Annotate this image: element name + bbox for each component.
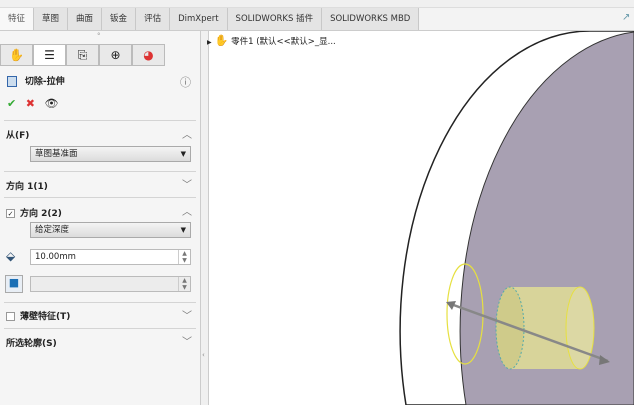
property-manager-tab-icon[interactable]: ☰ [33, 44, 66, 66]
tab-surfaces[interactable]: 曲面 [68, 8, 103, 30]
from-value: 草图基准面 [35, 149, 78, 159]
chevron-down-icon[interactable]: ﹀ [182, 176, 192, 191]
feature-tree-tab-icon[interactable]: ✋ [0, 44, 33, 66]
cut-extrude-icon [7, 76, 17, 87]
part-icon: ✋ [214, 34, 229, 47]
configuration-tab-icon[interactable]: ⎘ [66, 44, 99, 66]
collapse-handle[interactable]: ° [97, 32, 101, 40]
tab-features[interactable]: 特征 [0, 8, 35, 30]
draft-spinner[interactable]: ▲ ▼ [178, 277, 190, 291]
depth-icon: ⬙ [6, 249, 16, 263]
thin-feature-checkbox[interactable] [6, 312, 15, 321]
expand-arrow-icon[interactable]: ▶ [207, 39, 212, 46]
chevron-down-icon[interactable]: ﹀ [182, 333, 192, 348]
from-select[interactable]: 草图基准面 ▼ [30, 146, 191, 162]
preview-eye-icon[interactable]: 👁 [44, 97, 58, 110]
tab-sketch[interactable]: 草图 [34, 8, 69, 30]
command-manager-tabs: 特征 草图 曲面 钣金 评估 DimXpert SOLIDWORKS 插件 SO… [0, 8, 634, 31]
help-icon[interactable]: ⓘ [180, 74, 191, 90]
depth-value: 10.00mm [35, 252, 76, 262]
chevron-up-icon[interactable]: ︿ [182, 126, 192, 141]
toolbar-strip [0, 0, 634, 8]
dimxpert-tab-icon[interactable]: ⊕ [99, 44, 132, 66]
from-section-label[interactable]: 从(F) [6, 131, 29, 141]
draft-angle-input[interactable]: ▲ ▼ [30, 276, 191, 292]
end-condition-select[interactable]: 给定深度 ▼ [30, 222, 191, 238]
depth-input[interactable]: 10.00mm ▲ ▼ [30, 249, 191, 265]
end-condition-value: 给定深度 [35, 225, 70, 235]
direction1-label[interactable]: 方向 1(1) [6, 182, 48, 192]
direction2-checkbox[interactable]: ✓ [6, 209, 15, 218]
chevron-down-icon[interactable]: ﹀ [182, 307, 192, 322]
appearance-tab-icon[interactable]: ◕ [132, 44, 165, 66]
depth-spinner[interactable]: ▲ ▼ [178, 250, 190, 264]
tab-sheet-metal[interactable]: 钣金 [102, 8, 137, 30]
feature-tree-item[interactable]: ▶ ✋ 零件1 (默认<<默认>_显... [207, 34, 336, 47]
dropdown-arrow-icon: ▼ [180, 226, 186, 234]
property-manager: ° ✋ ☰ ⎘ ⊕ ◕ 切除-拉伸 ⓘ ✔ ✖ 👁 从(F) ︿ 草图基准面 ▼ … [0, 31, 201, 405]
dropdown-arrow-icon: ▼ [180, 150, 186, 158]
tab-mbd[interactable]: SOLIDWORKS MBD [322, 8, 420, 30]
chevron-up-icon[interactable]: ︿ [182, 203, 192, 218]
direction2-label: 方向 2(2) [20, 209, 62, 219]
thin-feature-label: 薄壁特征(T) [20, 312, 71, 322]
feature-title: 切除-拉伸 [24, 77, 65, 87]
selected-contours-label[interactable]: 所选轮廓(S) [6, 339, 57, 349]
ok-button[interactable]: ✔ [7, 97, 16, 110]
tab-dimxpert[interactable]: DimXpert [170, 8, 228, 30]
cancel-button[interactable]: ✖ [26, 97, 35, 110]
pin-icon[interactable]: ↗ [622, 12, 630, 23]
model-view [399, 30, 634, 406]
draft-toggle-icon[interactable]: ■ [5, 275, 23, 293]
tab-addins[interactable]: SOLIDWORKS 插件 [227, 8, 323, 30]
part-name: 零件1 (默认<<默认>_显... [231, 37, 336, 47]
graphics-viewport[interactable] [210, 30, 634, 406]
tab-evaluate[interactable]: 评估 [136, 8, 171, 30]
panel-splitter[interactable]: ‹ [201, 31, 209, 405]
